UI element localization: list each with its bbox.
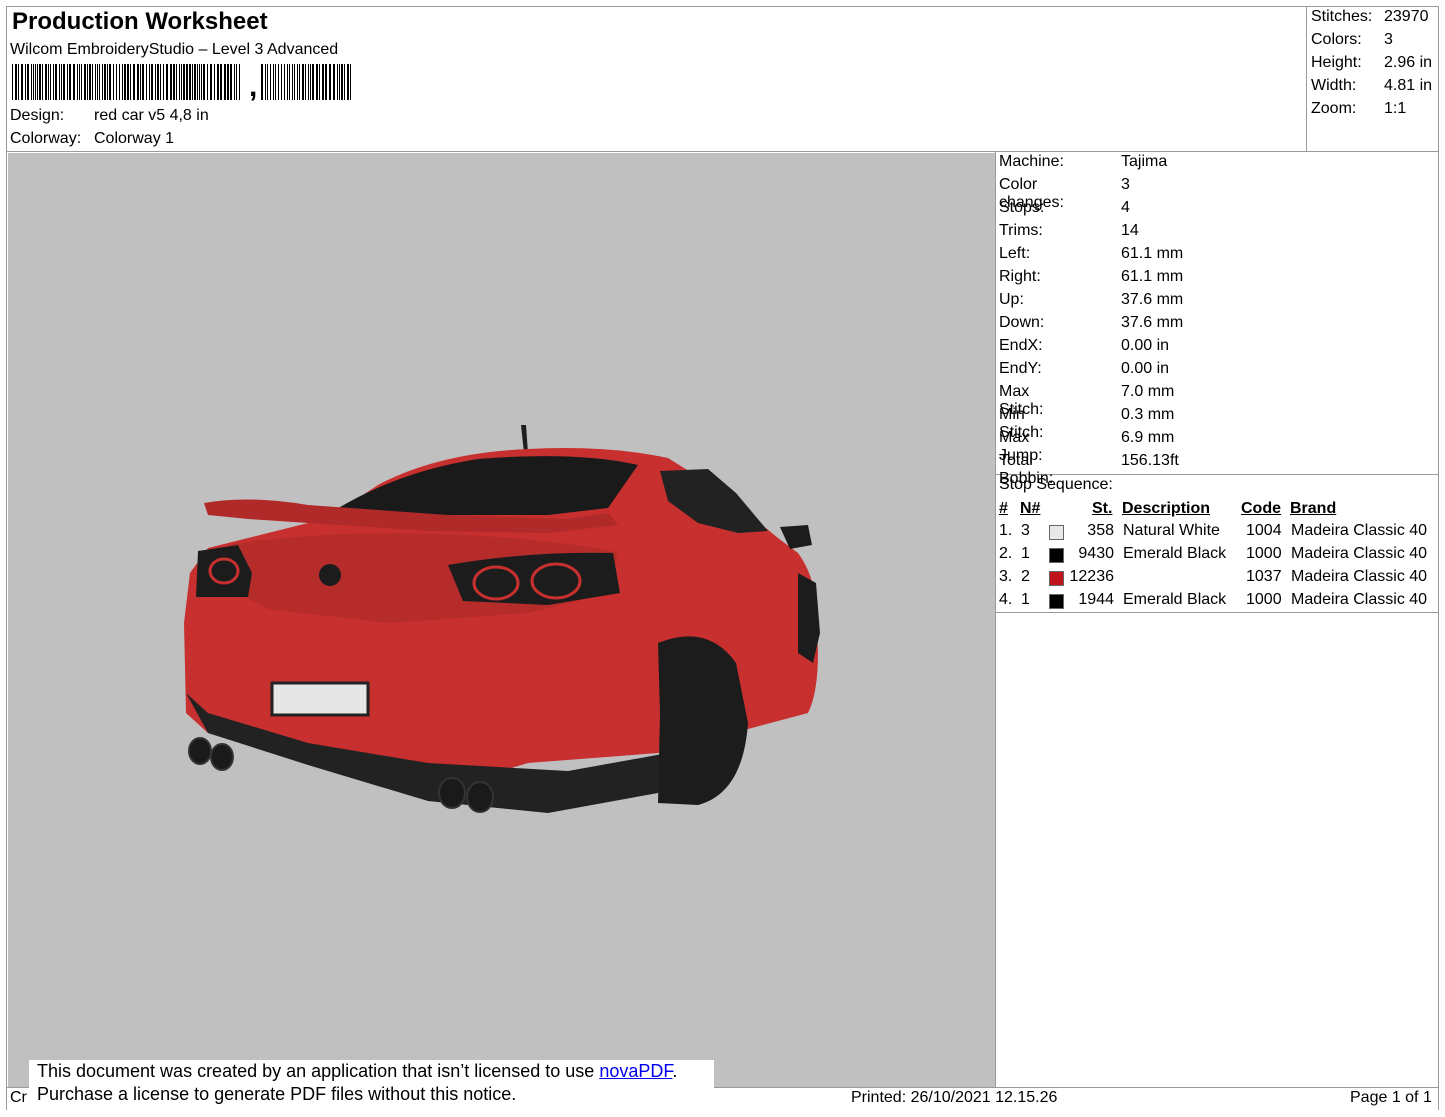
printed-date: Printed: 26/10/2021 12.15.26 [851, 1089, 1058, 1106]
notice-period: . [672, 1061, 678, 1081]
row-needle: 1 [1021, 545, 1030, 562]
software-name: Wilcom EmbroideryStudio – Level 3 Advanc… [10, 41, 339, 58]
rear-wheel [658, 636, 748, 805]
row-needle: 1 [1021, 591, 1030, 608]
novapdf-link[interactable]: novaPDF [599, 1061, 672, 1081]
row-stitches: 1944 [1078, 591, 1114, 608]
col-header-brand: Brand [1290, 500, 1337, 517]
license-plate [270, 681, 370, 717]
antenna [521, 425, 528, 453]
footer-fragment: Cr [10, 1089, 27, 1106]
page-title: Production Worksheet [12, 8, 268, 35]
barcode-suffix: , [249, 70, 258, 103]
notice-line-1: This document was created by an applicat… [37, 1061, 600, 1081]
colorway-label: Colorway: [10, 130, 82, 147]
col-header-n: N# [1020, 500, 1041, 517]
barcode [12, 64, 351, 100]
col-header-code: Code [1241, 500, 1281, 517]
notice-line-2: Purchase a license to generate PDF files… [37, 1084, 517, 1104]
row-stitches: 12236 [1069, 568, 1115, 585]
col-header-num: # [999, 500, 1008, 517]
exhaust-right-1 [438, 777, 466, 809]
row-brand: Madeira Classic 40 [1291, 522, 1428, 539]
row-index: 1. [999, 522, 1013, 539]
row-needle: 2 [1021, 568, 1030, 585]
colorway-value: Colorway 1 [94, 130, 175, 147]
row-needle: 3 [1021, 522, 1030, 539]
exhaust-right-2 [466, 781, 494, 813]
exhaust-left-1 [188, 737, 212, 765]
row-code: 1000 [1246, 591, 1282, 608]
badge [319, 564, 341, 586]
row-code: 1004 [1246, 522, 1282, 539]
design-value: red car v5 4,8 in [94, 107, 209, 124]
exhaust-left-2 [210, 743, 234, 771]
col-header-st: St. [1092, 500, 1113, 517]
design-preview [8, 153, 995, 1087]
license-notice: This document was created by an applicat… [29, 1060, 714, 1112]
col-header-description: Description [1122, 500, 1211, 517]
row-brand: Madeira Classic 40 [1291, 591, 1428, 608]
row-description: Emerald Black [1123, 591, 1227, 608]
row-description: Emerald Black [1123, 545, 1227, 562]
row-index: 3. [999, 568, 1013, 585]
car-embroidery-image [184, 425, 820, 813]
row-code: 1037 [1246, 568, 1282, 585]
row-stitches: 358 [1087, 522, 1114, 539]
design-label: Design: [10, 107, 65, 124]
row-code: 1000 [1246, 545, 1282, 562]
stop-sequence-title: Stop Sequence: [999, 476, 1113, 493]
row-brand: Madeira Classic 40 [1291, 568, 1428, 585]
row-description: Natural White [1123, 522, 1220, 539]
row-index: 4. [999, 591, 1013, 608]
row-brand: Madeira Classic 40 [1291, 545, 1428, 562]
row-index: 2. [999, 545, 1013, 562]
row-stitches: 9430 [1078, 545, 1114, 562]
page-number: Page 1 of 1 [1350, 1089, 1432, 1106]
